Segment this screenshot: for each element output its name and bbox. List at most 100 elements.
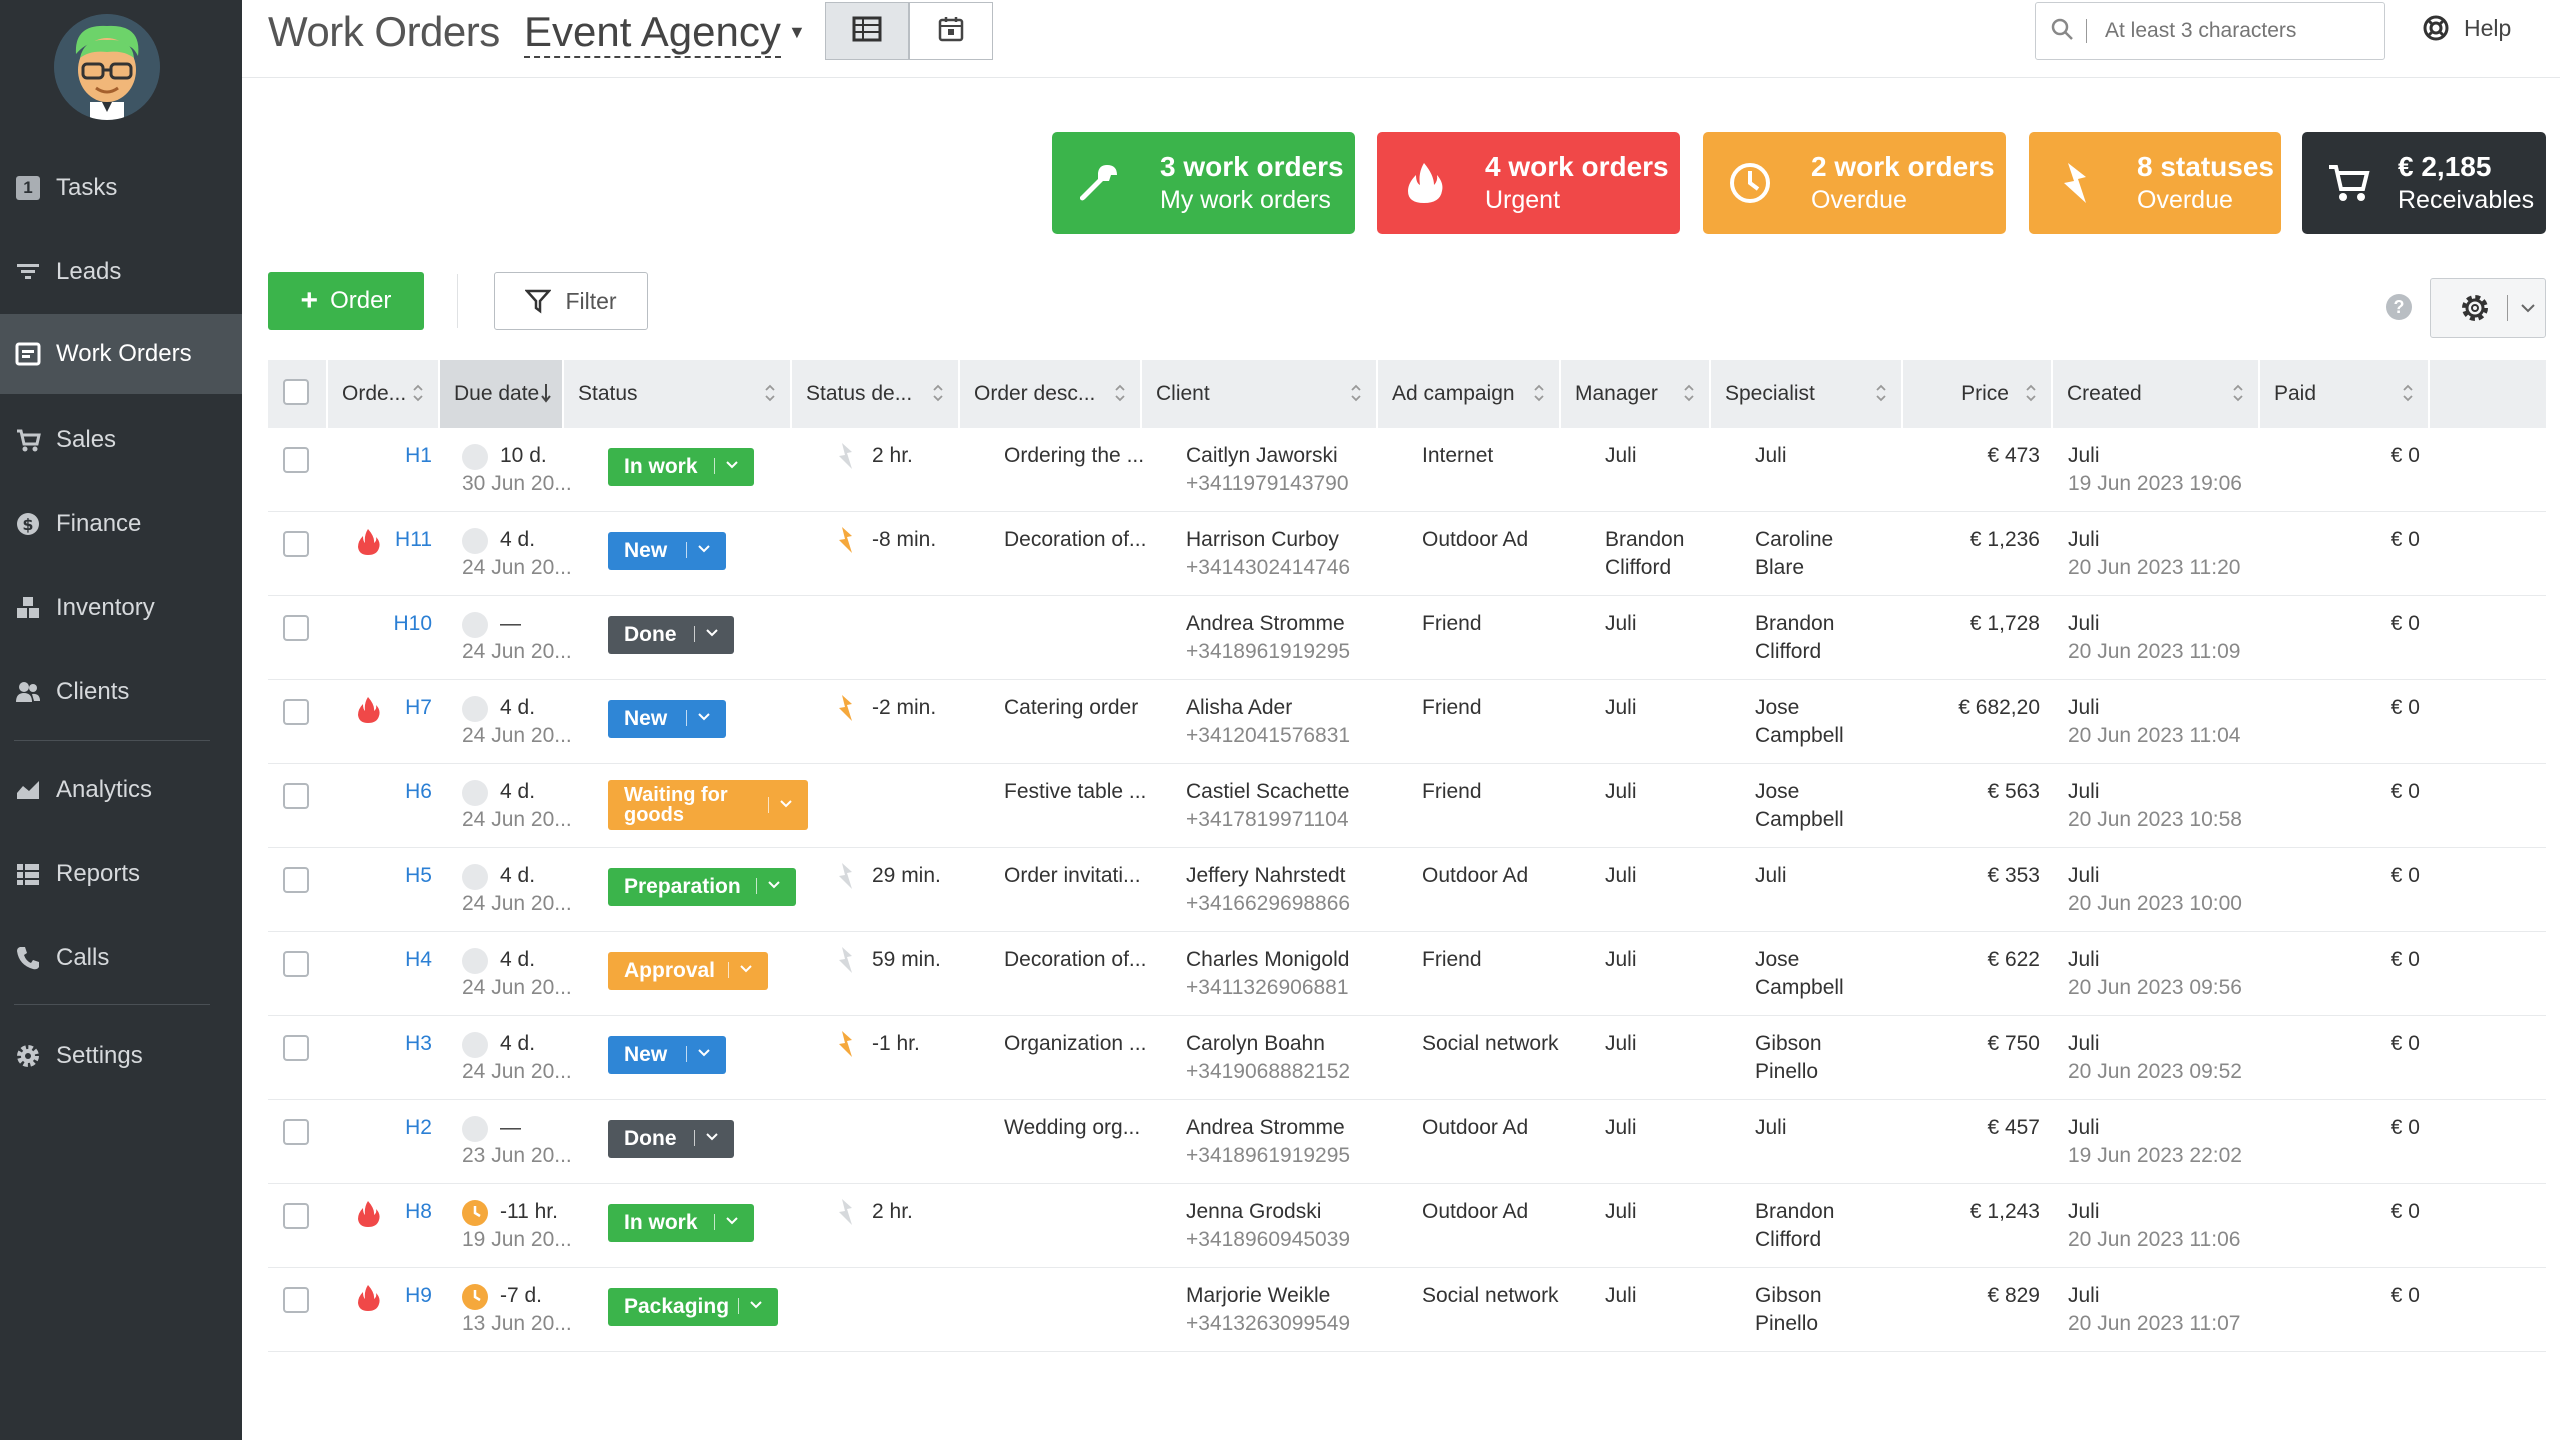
- table-row[interactable]: H6 4 d. 24 Jun 20... Waiting for goods Festi…: [268, 764, 2546, 848]
- client-phone[interactable]: +3419068882152: [1186, 1058, 1350, 1086]
- table-row[interactable]: H3 4 d. 24 Jun 20... New -1 hr. Organization …: [268, 1016, 2546, 1100]
- sidebar-item-reports[interactable]: Reports: [0, 834, 242, 914]
- sidebar-item-leads[interactable]: Leads: [0, 232, 242, 312]
- row-checkbox[interactable]: [283, 1119, 309, 1145]
- status-dropdown[interactable]: Waiting for goods: [608, 780, 808, 830]
- table-row[interactable]: H5 4 d. 24 Jun 20... Preparation 29 min. Orde…: [268, 848, 2546, 932]
- row-checkbox[interactable]: [283, 1203, 309, 1229]
- row-checkbox[interactable]: [283, 531, 309, 557]
- column-price[interactable]: Price: [1903, 360, 2053, 428]
- sidebar-item-sales[interactable]: Sales: [0, 400, 242, 480]
- column-client[interactable]: Client: [1142, 360, 1378, 428]
- row-checkbox[interactable]: [283, 1035, 309, 1061]
- sidebar-item-analytics[interactable]: Analytics: [0, 750, 242, 830]
- help-dot-icon[interactable]: ?: [2386, 294, 2412, 320]
- kpi-urgent[interactable]: 4 work orders Urgent: [1377, 132, 1680, 234]
- client-phone[interactable]: +3418960945039: [1186, 1226, 1350, 1254]
- client-phone[interactable]: +3413263099549: [1186, 1310, 1350, 1338]
- help-link[interactable]: Help: [2422, 14, 2511, 42]
- status-dropdown[interactable]: New: [608, 700, 726, 738]
- order-link[interactable]: H2: [405, 1114, 432, 1142]
- status-dropdown[interactable]: Done: [608, 1120, 734, 1158]
- column-paid[interactable]: Paid: [2260, 360, 2430, 428]
- client-phone[interactable]: +3414302414746: [1186, 554, 1350, 582]
- kpi-my-work-orders[interactable]: 3 work orders My work orders: [1052, 132, 1355, 234]
- column-order[interactable]: Orde...: [328, 360, 440, 428]
- sidebar-item-calls[interactable]: Calls: [0, 918, 242, 998]
- search-input[interactable]: [2105, 19, 2365, 43]
- client-name[interactable]: Carolyn Boahn: [1186, 1030, 1325, 1058]
- status-dropdown[interactable]: New: [608, 1036, 726, 1074]
- row-checkbox[interactable]: [283, 447, 309, 473]
- status-dropdown[interactable]: Done: [608, 616, 734, 654]
- kpi-receivables[interactable]: € 2,185 Receivables: [2302, 132, 2546, 234]
- status-dropdown[interactable]: In work: [608, 1204, 754, 1242]
- agency-selector[interactable]: Event Agency: [524, 8, 781, 58]
- row-checkbox[interactable]: [283, 1287, 309, 1313]
- client-name[interactable]: Jeffery Nahrstedt: [1186, 862, 1346, 890]
- table-row[interactable]: H4 4 d. 24 Jun 20... Approval 59 min. Decorat…: [268, 932, 2546, 1016]
- sidebar-item-inventory[interactable]: Inventory: [0, 568, 242, 648]
- status-dropdown[interactable]: In work: [608, 448, 754, 486]
- client-phone[interactable]: +3411326906881: [1186, 974, 1349, 1002]
- client-name[interactable]: Jenna Grodski: [1186, 1198, 1321, 1226]
- filter-button[interactable]: Filter: [494, 272, 648, 330]
- client-name[interactable]: Caitlyn Jaworski: [1186, 442, 1338, 470]
- order-link[interactable]: H6: [405, 778, 432, 806]
- table-settings-button[interactable]: [2430, 278, 2546, 338]
- table-row[interactable]: H9 -7 d. 13 Jun 20... Packaging Marjorie Wei…: [268, 1268, 2546, 1352]
- column-order-description[interactable]: Order desc...: [960, 360, 1142, 428]
- client-name[interactable]: Castiel Scachette: [1186, 778, 1349, 806]
- user-avatar[interactable]: [54, 14, 160, 120]
- table-row[interactable]: H8 -11 hr. 19 Jun 20... In work 2 hr. Jenna G…: [268, 1184, 2546, 1268]
- client-name[interactable]: Charles Monigold: [1186, 946, 1349, 974]
- chevron-down-icon[interactable]: ▼: [788, 22, 806, 43]
- order-link[interactable]: H5: [405, 862, 432, 890]
- client-name[interactable]: Marjorie Weikle: [1186, 1282, 1330, 1310]
- client-phone[interactable]: +3418961919295: [1186, 638, 1350, 666]
- client-phone[interactable]: +3418961919295: [1186, 1142, 1350, 1170]
- order-link[interactable]: H8: [405, 1198, 432, 1226]
- order-link[interactable]: H11: [395, 526, 432, 554]
- row-checkbox[interactable]: [283, 699, 309, 725]
- select-all-checkbox[interactable]: [283, 379, 309, 405]
- status-dropdown[interactable]: Preparation: [608, 868, 796, 906]
- sidebar-item-tasks[interactable]: 1 Tasks: [0, 148, 242, 228]
- row-checkbox[interactable]: [283, 867, 309, 893]
- sidebar-item-settings[interactable]: Settings: [0, 1016, 242, 1096]
- calendar-view-button[interactable]: [909, 2, 993, 60]
- client-name[interactable]: Andrea Stromme: [1186, 1114, 1345, 1142]
- status-dropdown[interactable]: Packaging: [608, 1288, 778, 1326]
- client-name[interactable]: Harrison Curboy: [1186, 526, 1339, 554]
- kpi-overdue-statuses[interactable]: 8 statuses Overdue: [2029, 132, 2281, 234]
- table-row[interactable]: H7 4 d. 24 Jun 20... New -2 min. Catering ord…: [268, 680, 2546, 764]
- column-status[interactable]: Status: [564, 360, 792, 428]
- client-phone[interactable]: +3416629698866: [1186, 890, 1350, 918]
- column-ad-campaign[interactable]: Ad campaign: [1378, 360, 1561, 428]
- row-checkbox[interactable]: [283, 615, 309, 641]
- column-created[interactable]: Created: [2053, 360, 2260, 428]
- column-status-duration[interactable]: Status de...: [792, 360, 960, 428]
- table-row[interactable]: H1 10 d. 30 Jun 20... In work 2 hr. Ordering …: [268, 428, 2546, 512]
- status-dropdown[interactable]: Approval: [608, 952, 768, 990]
- client-phone[interactable]: +3411979143790: [1186, 470, 1349, 498]
- client-phone[interactable]: +3412041576831: [1186, 722, 1350, 750]
- table-view-button[interactable]: [825, 2, 909, 60]
- order-link[interactable]: H4: [405, 946, 432, 974]
- search-box[interactable]: [2035, 2, 2385, 60]
- order-link[interactable]: H3: [405, 1030, 432, 1058]
- row-checkbox[interactable]: [283, 783, 309, 809]
- client-name[interactable]: Alisha Ader: [1186, 694, 1292, 722]
- add-order-button[interactable]: + Order: [268, 272, 424, 330]
- order-link[interactable]: H9: [405, 1282, 432, 1310]
- row-checkbox[interactable]: [283, 951, 309, 977]
- column-manager[interactable]: Manager: [1561, 360, 1711, 428]
- sidebar-item-work-orders[interactable]: Work Orders: [0, 314, 242, 394]
- table-row[interactable]: H2 — 23 Jun 20... Done Wedding org... Andrea …: [268, 1100, 2546, 1184]
- sidebar-item-finance[interactable]: $ Finance: [0, 484, 242, 564]
- order-link[interactable]: H10: [393, 610, 432, 638]
- column-due-date[interactable]: Due date: [440, 360, 564, 428]
- order-link[interactable]: H7: [405, 694, 432, 722]
- client-phone[interactable]: +3417819971104: [1186, 806, 1349, 834]
- table-row[interactable]: H11 4 d. 24 Jun 20... New -8 min. Decoration …: [268, 512, 2546, 596]
